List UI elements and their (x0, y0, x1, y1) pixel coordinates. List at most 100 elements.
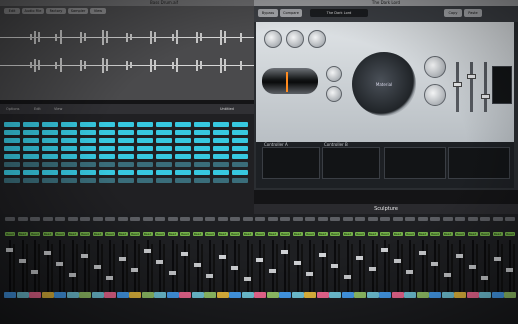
insert-slot[interactable] (99, 146, 115, 151)
volume-fader-track[interactable] (171, 240, 174, 298)
pickup-marker[interactable] (286, 72, 288, 92)
io-slot[interactable] (367, 217, 378, 221)
automation-read-button[interactable]: Read (367, 232, 378, 236)
insert-slot[interactable] (118, 170, 134, 175)
insert-slot[interactable] (80, 138, 96, 143)
insert-slot[interactable] (42, 130, 58, 135)
editor-sampler-menu[interactable]: Sampler (68, 8, 88, 14)
volume-fader-track[interactable] (84, 240, 86, 298)
automation-read-button[interactable]: Read (342, 232, 353, 236)
io-slot[interactable] (30, 217, 40, 221)
insert-slot[interactable] (175, 178, 191, 183)
automation-read-button[interactable]: Read (467, 232, 478, 236)
insert-slot[interactable] (213, 138, 229, 143)
channel-name-tag[interactable] (304, 292, 316, 298)
volume-fader-track[interactable] (396, 240, 399, 298)
automation-read-button[interactable]: Read (180, 232, 190, 236)
insert-slot[interactable] (42, 162, 58, 167)
automation-read-button[interactable]: Read (92, 232, 103, 236)
automation-read-button[interactable]: Read (42, 232, 53, 236)
editor-audiofile-menu[interactable]: Audio File (22, 8, 44, 14)
editor-factory-menu[interactable]: Factory (46, 8, 66, 14)
channel-name-tag[interactable] (491, 292, 504, 298)
editor-view-menu[interactable]: View (90, 8, 106, 14)
automation-read-button[interactable]: Read (192, 232, 203, 236)
io-slot[interactable] (142, 217, 153, 221)
insert-slot[interactable] (194, 178, 210, 183)
arrange-edit-menu[interactable]: Edit (34, 106, 41, 112)
io-slot[interactable] (255, 217, 265, 221)
volume-fader-track[interactable] (459, 240, 461, 298)
io-slot[interactable] (455, 217, 465, 221)
automation-read-button[interactable]: Read (330, 232, 340, 236)
volume-fader-track[interactable] (221, 240, 224, 298)
preset-menu[interactable]: The Dark Lord (310, 9, 368, 17)
insert-slot[interactable] (42, 178, 58, 183)
channel-name-tag[interactable] (191, 292, 204, 298)
automation-read-button[interactable]: Read (242, 232, 253, 236)
channel-name-tag[interactable] (504, 292, 516, 298)
insert-slot[interactable] (4, 162, 20, 167)
insert-slot[interactable] (213, 130, 229, 135)
level-fader-cap[interactable] (453, 82, 462, 87)
automation-read-button[interactable]: Read (405, 232, 415, 236)
channel-name-tag[interactable] (441, 292, 454, 298)
io-slot[interactable] (317, 217, 328, 221)
io-slot[interactable] (180, 217, 190, 221)
insert-slot[interactable] (80, 162, 96, 167)
volume-fader-track[interactable] (334, 240, 336, 298)
channel-name-tag[interactable] (79, 292, 91, 298)
insert-slot[interactable] (61, 130, 77, 135)
insert-slot[interactable] (232, 178, 248, 183)
channel-name-tag[interactable] (316, 292, 329, 298)
volume-fader-track[interactable] (96, 240, 99, 298)
eq-display[interactable] (492, 66, 512, 104)
insert-slot[interactable] (137, 130, 153, 135)
channel-name-tag[interactable] (66, 292, 79, 298)
automation-read-button[interactable]: Read (267, 232, 278, 236)
automation-read-button[interactable]: Read (442, 232, 453, 236)
volume-fader-track[interactable] (71, 240, 74, 298)
volume-fader-track[interactable] (496, 240, 499, 298)
channel-name-tag[interactable] (341, 292, 354, 298)
volume-fader-track[interactable] (284, 240, 286, 298)
insert-slot[interactable] (23, 138, 39, 143)
insert-slot[interactable] (118, 146, 134, 151)
insert-slot[interactable] (175, 138, 191, 143)
automation-read-button[interactable]: Read (455, 232, 465, 236)
arrange-options-menu[interactable]: Options (6, 106, 20, 112)
io-slot[interactable] (505, 217, 515, 221)
level-fader[interactable] (456, 62, 459, 112)
volume-fader-track[interactable] (321, 240, 324, 298)
insert-slot[interactable] (4, 154, 20, 159)
insert-slot[interactable] (23, 178, 39, 183)
volume-fader-track[interactable] (434, 240, 436, 298)
insert-slot[interactable] (232, 154, 248, 159)
morph-pad[interactable] (384, 147, 446, 179)
insert-slot[interactable] (99, 170, 115, 175)
io-slot[interactable] (467, 217, 478, 221)
volume-fader-track[interactable] (121, 240, 124, 298)
channel-name-tag[interactable] (279, 292, 291, 298)
insert-slot[interactable] (137, 138, 153, 143)
automation-read-button[interactable]: Read (492, 232, 503, 236)
insert-slot[interactable] (194, 162, 210, 167)
waveshaper-knob[interactable] (424, 56, 446, 78)
warmth-knob[interactable] (286, 30, 304, 48)
channel-name-tag[interactable] (141, 292, 154, 298)
io-slot[interactable] (192, 217, 203, 221)
io-slot[interactable] (42, 217, 53, 221)
channel-name-tag[interactable] (241, 292, 254, 298)
insert-slot[interactable] (213, 154, 229, 159)
insert-slot[interactable] (23, 130, 39, 135)
io-slot[interactable] (117, 217, 128, 221)
insert-slot[interactable] (99, 138, 115, 143)
io-slot[interactable] (242, 217, 253, 221)
envelope-display[interactable] (448, 147, 510, 179)
volume-fader-track[interactable] (109, 240, 111, 298)
automation-read-button[interactable]: Read (430, 232, 440, 236)
volume-fader-track[interactable] (421, 240, 424, 298)
insert-slot[interactable] (118, 154, 134, 159)
insert-slot[interactable] (156, 162, 172, 167)
automation-read-button[interactable]: Read (155, 232, 165, 236)
